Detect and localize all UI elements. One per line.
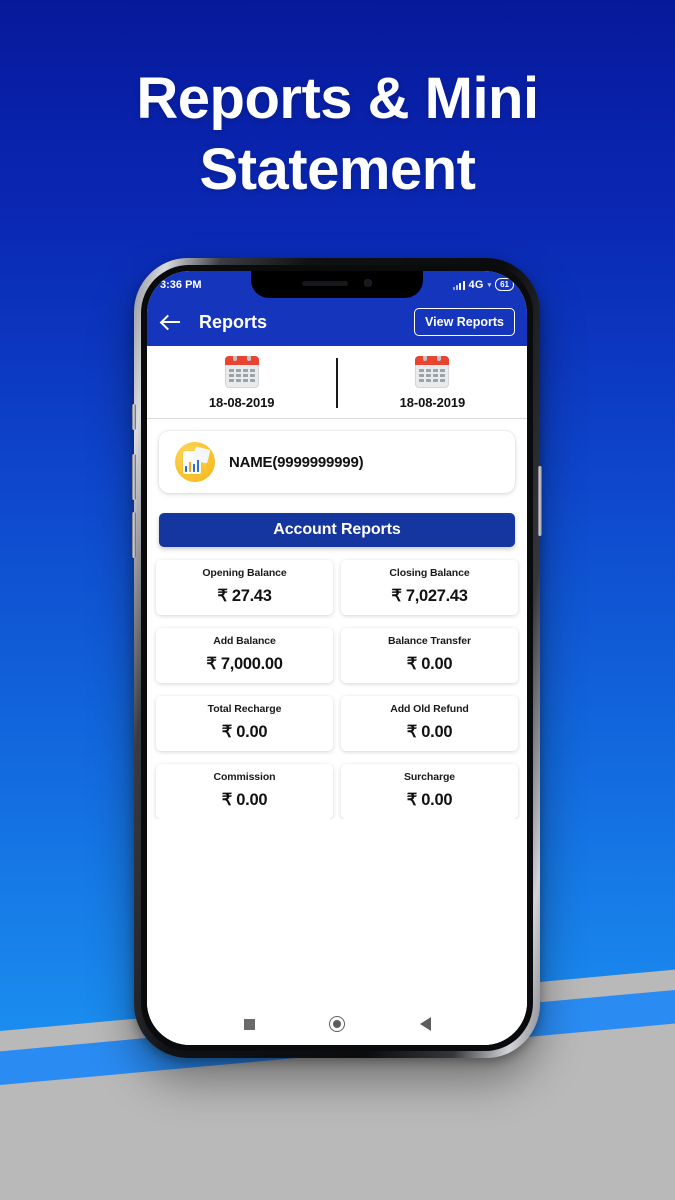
square-recents-icon[interactable] [236, 1011, 262, 1037]
view-reports-button[interactable]: View Reports [414, 308, 515, 336]
metric-value: ₹ 27.43 [217, 587, 272, 605]
headline-line-1: Reports & Mini [136, 66, 539, 131]
phone-bezel: 3:36 PM 4G ▾ 61 Reports View Reports 18-… [141, 265, 533, 1051]
volume-down-button[interactable] [132, 512, 136, 558]
headline-line-2: Statement [199, 136, 476, 202]
promo-poster: Reports & Mini Statement 3:36 PM 4G ▾ 61… [0, 0, 675, 1200]
screen-content: 18-08-2019 18-08-2019 NAME(9999999999) A… [147, 346, 527, 1045]
metric-label: Balance Transfer [387, 635, 472, 647]
metric-label: Total Recharge [207, 703, 282, 715]
user-card-container: NAME(9999999999) [147, 419, 527, 493]
user-account-card[interactable]: NAME(9999999999) [159, 431, 515, 493]
metric-card-add-old-refund[interactable]: Add Old Refund ₹ 0.00 [341, 696, 518, 751]
to-date-value: 18-08-2019 [399, 395, 466, 410]
front-camera-icon [364, 279, 372, 287]
account-reports-container: Account Reports [147, 493, 527, 547]
status-bar-indicators: 4G ▾ 61 [452, 278, 514, 291]
status-bar-time: 3:36 PM [160, 278, 202, 291]
content-empty-space [147, 819, 527, 1003]
user-name-label: NAME(9999999999) [229, 453, 364, 471]
metric-label: Opening Balance [202, 567, 287, 579]
earpiece-speaker-icon [302, 280, 348, 286]
volume-up-button[interactable] [132, 454, 136, 500]
to-date-picker[interactable]: 18-08-2019 [338, 356, 527, 410]
promo-headline: Reports & Mini Statement [0, 64, 675, 206]
battery-indicator: 61 [495, 278, 514, 291]
metric-value: ₹ 0.00 [221, 791, 268, 809]
account-reports-button[interactable]: Account Reports [159, 513, 515, 547]
page-title: Reports [199, 311, 268, 332]
metric-label: Closing Balance [389, 567, 470, 579]
from-date-value: 18-08-2019 [208, 395, 275, 410]
metric-card-balance-transfer[interactable]: Balance Transfer ₹ 0.00 [341, 628, 518, 683]
metric-card-add-balance[interactable]: Add Balance ₹ 7,000.00 [156, 628, 333, 683]
calendar-icon [415, 356, 450, 388]
power-button[interactable] [538, 466, 542, 536]
metric-card-total-recharge[interactable]: Total Recharge ₹ 0.00 [156, 696, 333, 751]
metric-label: Add Old Refund [390, 703, 469, 715]
phone-mockup: 3:36 PM 4G ▾ 61 Reports View Reports 18-… [132, 258, 542, 1058]
network-type-label: 4G [468, 278, 484, 291]
android-nav-bar [147, 1003, 527, 1045]
metric-card-commission[interactable]: Commission ₹ 0.00 [156, 764, 333, 819]
date-range-row: 18-08-2019 18-08-2019 [147, 346, 527, 419]
circle-home-icon[interactable] [324, 1011, 350, 1037]
metric-label: Commission [213, 771, 276, 783]
network-activity-icon: ▾ [487, 281, 492, 289]
metric-value: ₹ 0.00 [221, 723, 268, 741]
app-bar: Reports View Reports [147, 298, 527, 346]
phone-screen: 3:36 PM 4G ▾ 61 Reports View Reports 18-… [147, 271, 527, 1045]
from-date-picker[interactable]: 18-08-2019 [147, 356, 336, 410]
triangle-back-icon[interactable] [412, 1011, 438, 1037]
metric-card-closing-balance[interactable]: Closing Balance ₹ 7,027.43 [341, 560, 518, 615]
metrics-grid: Opening Balance ₹ 27.43 Closing Balance … [147, 547, 527, 819]
report-chart-icon [175, 442, 215, 482]
metric-card-surcharge[interactable]: Surcharge ₹ 0.00 [341, 764, 518, 819]
calendar-icon [224, 356, 259, 388]
metric-value: ₹ 0.00 [406, 723, 453, 741]
metric-card-opening-balance[interactable]: Opening Balance ₹ 27.43 [156, 560, 333, 615]
back-arrow-icon[interactable] [159, 310, 183, 334]
metric-value: ₹ 7,000.00 [206, 655, 283, 673]
signal-bars-icon [452, 280, 465, 290]
metric-label: Add Balance [213, 635, 276, 647]
silent-switch-button[interactable] [132, 404, 136, 430]
phone-notch [251, 271, 423, 298]
metric-label: Surcharge [403, 771, 456, 783]
metric-value: ₹ 0.00 [406, 655, 453, 673]
metric-value: ₹ 7,027.43 [391, 587, 468, 605]
metric-value: ₹ 0.00 [406, 791, 453, 809]
